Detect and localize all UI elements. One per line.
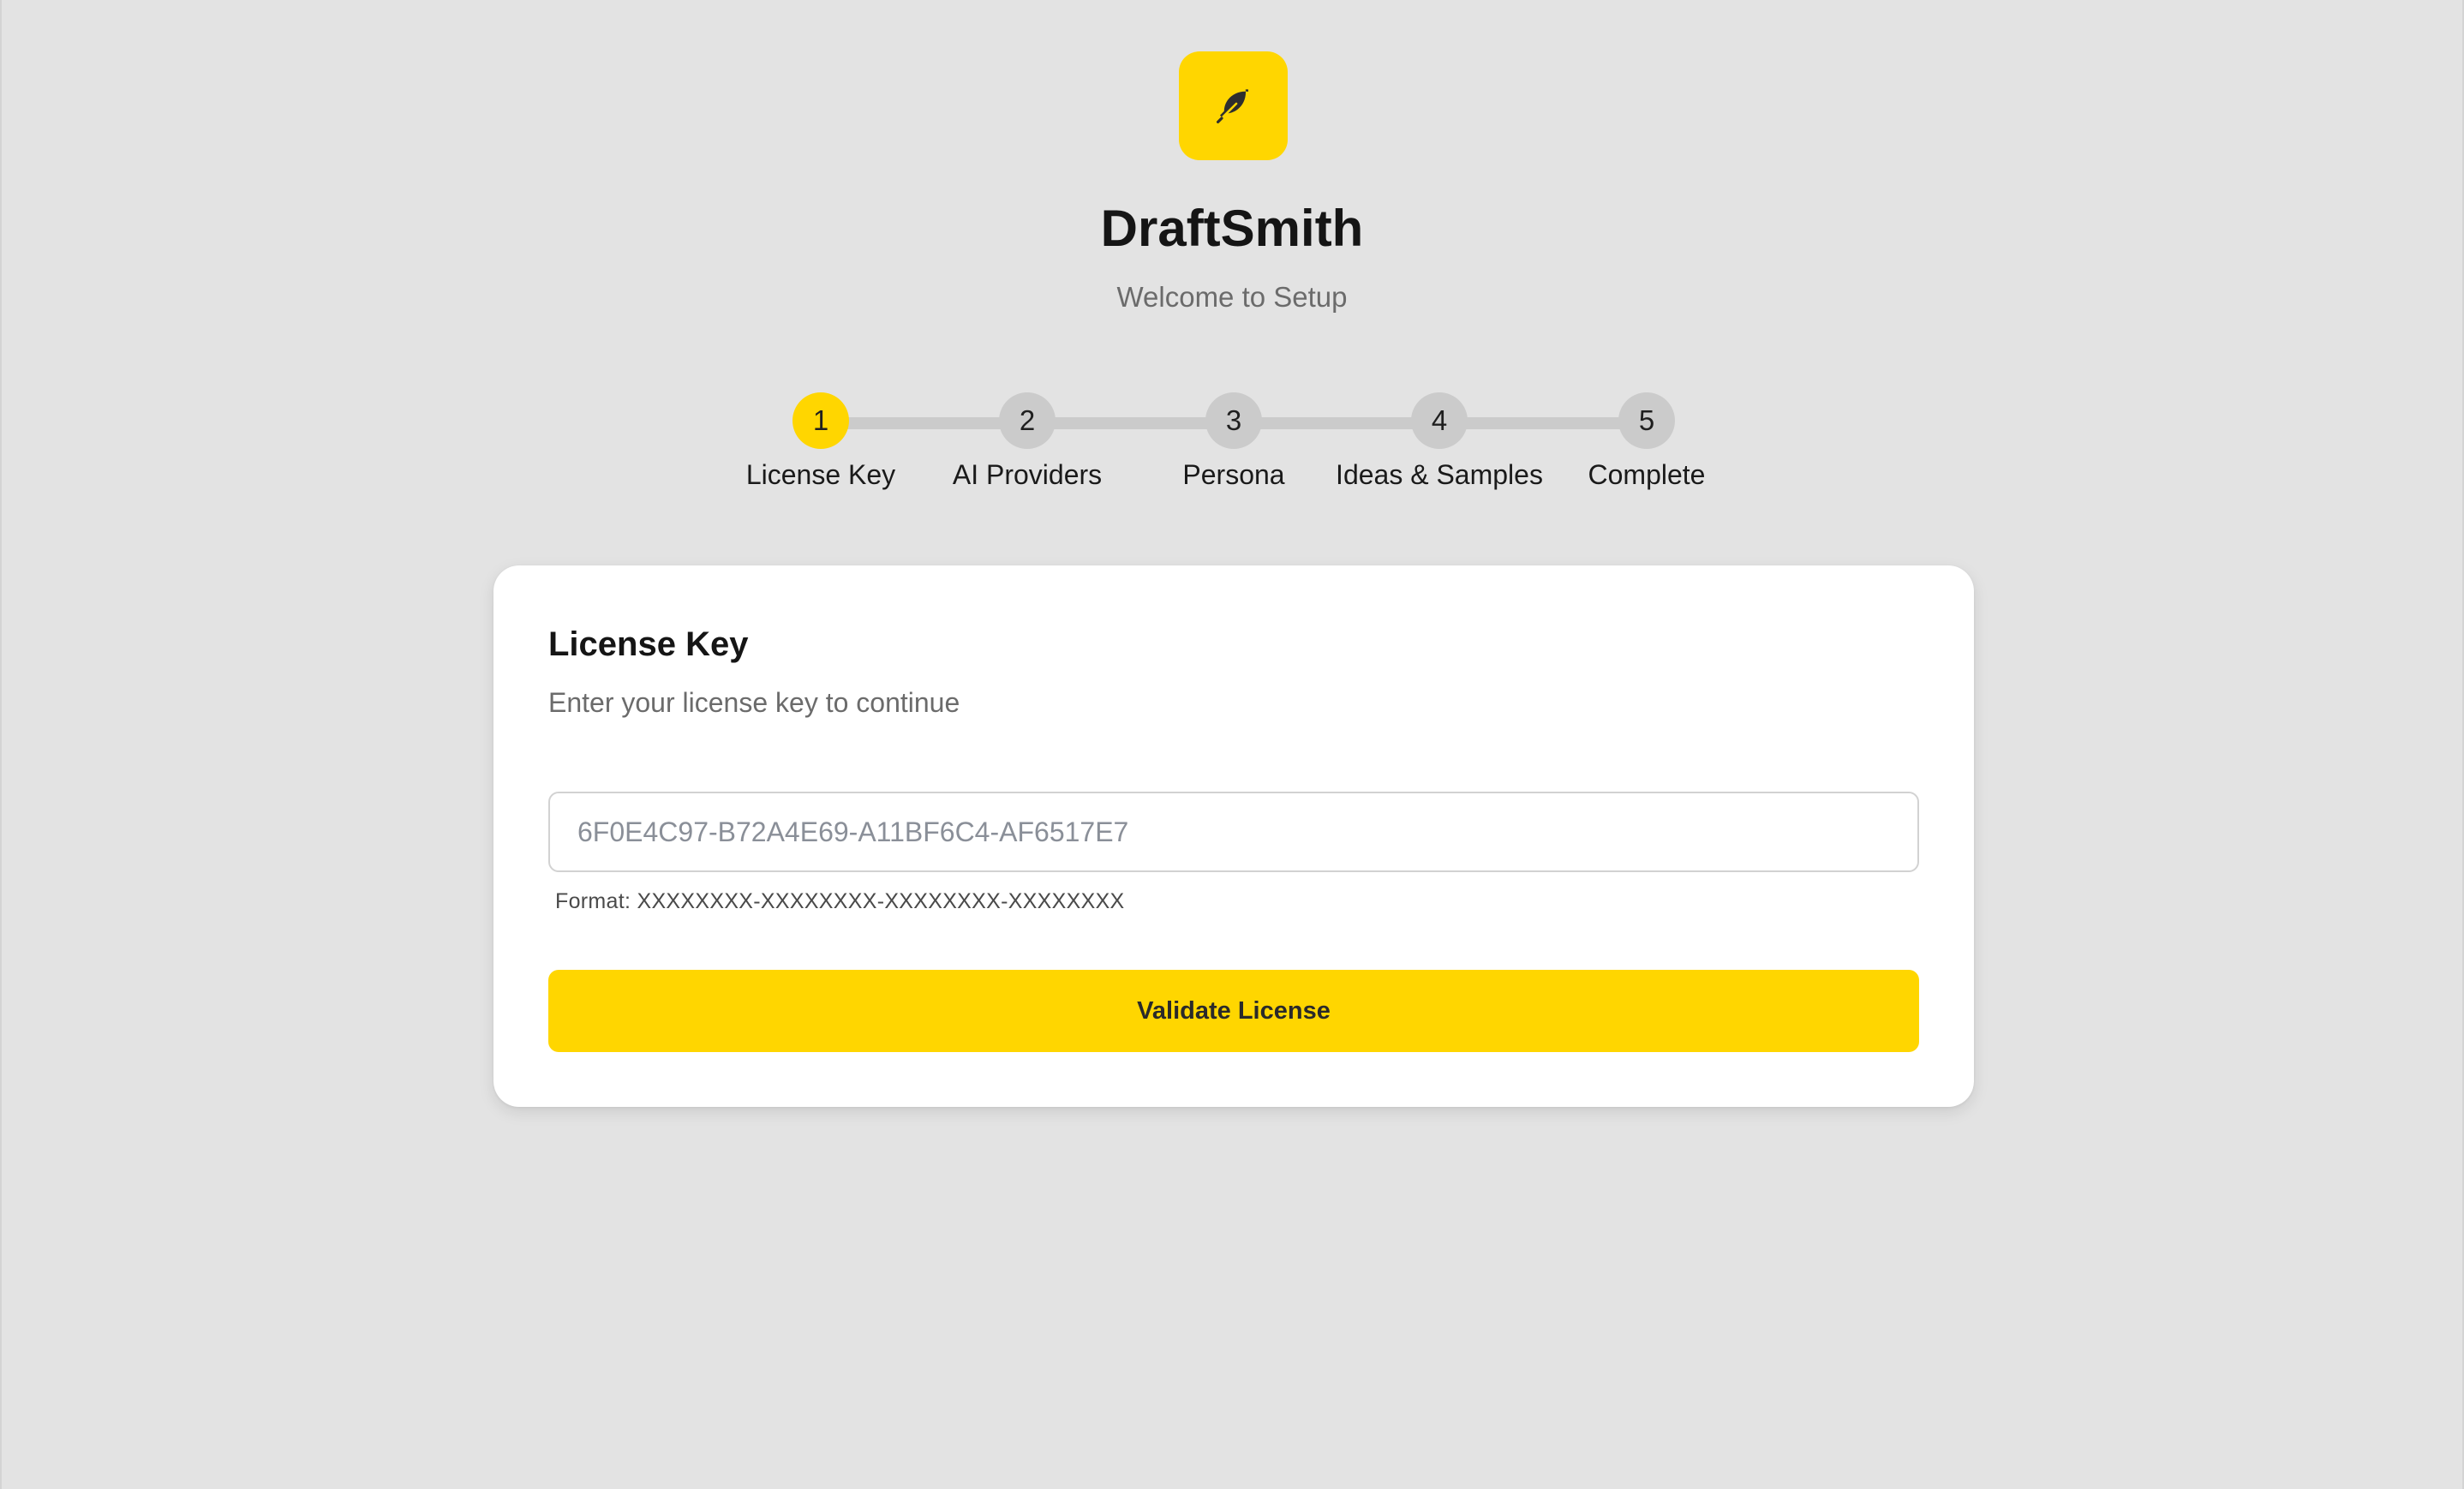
validate-license-button[interactable]: Validate License — [548, 970, 1919, 1052]
step-number-badge: 5 — [1618, 392, 1675, 449]
card-subtitle: Enter your license key to continue — [548, 687, 960, 718]
app-logo — [1179, 51, 1288, 160]
feather-icon — [1216, 88, 1248, 123]
app-subtitle: Welcome to Setup — [1116, 281, 1348, 313]
app-title: DraftSmith — [1100, 200, 1364, 257]
format-hint: Format: XXXXXXXX-XXXXXXXX-XXXXXXXX-XXXXX… — [555, 889, 1125, 913]
step-number-badge: 2 — [999, 392, 1056, 449]
license-key-input[interactable] — [548, 792, 1919, 872]
card-title: License Key — [548, 625, 749, 663]
step-number-badge: 3 — [1205, 392, 1262, 449]
step-number-badge: 4 — [1411, 392, 1468, 449]
step-number-badge: 1 — [792, 392, 849, 449]
setup-stepper: 1 License Key 2 AI Providers 3 Persona 4… — [0, 392, 2464, 495]
license-card: License Key Enter your license key to co… — [493, 565, 1974, 1107]
step-label: Complete — [1588, 459, 1706, 490]
step-complete: 5 Complete — [1518, 392, 1775, 491]
